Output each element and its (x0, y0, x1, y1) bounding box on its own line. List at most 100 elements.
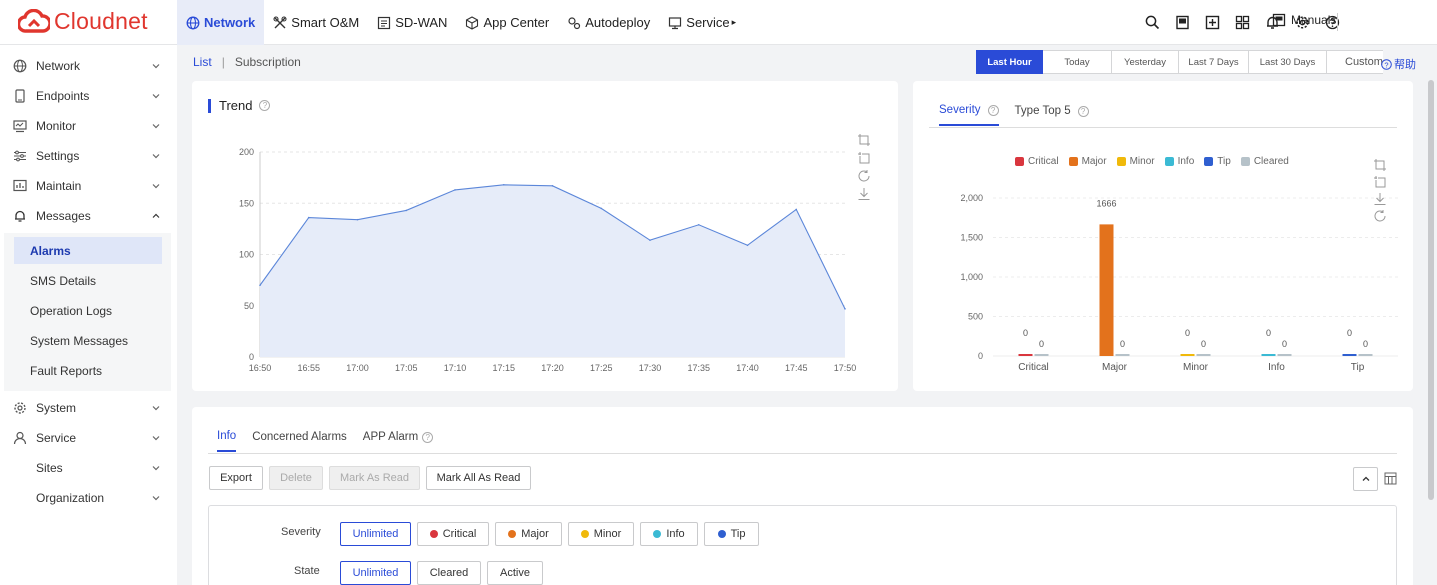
range-last-hour[interactable]: Last Hour (976, 50, 1043, 74)
zoom-reset-icon[interactable] (1373, 175, 1387, 189)
page-scrollbar[interactable] (1428, 80, 1434, 500)
severity-filter-tip[interactable]: Tip (704, 522, 759, 546)
filter-box: Severity Unlimited Critical Major Minor … (208, 505, 1397, 585)
sidebar-item-messages[interactable]: Messages (0, 201, 177, 231)
sidebar-item-endpoints[interactable]: Endpoints (0, 81, 177, 111)
state-filter-active[interactable]: Active (487, 561, 543, 585)
sidebar-item-system[interactable]: System (0, 393, 177, 423)
tab-concerned-alarms[interactable]: Concerned Alarms (252, 430, 347, 452)
time-range-selector: Last Hour Today Yesterday Last 7 Days La… (976, 50, 1383, 74)
bar-info (1261, 354, 1276, 356)
range-last-7-days[interactable]: Last 7 Days (1179, 50, 1249, 74)
trend-area (260, 184, 845, 357)
button-label: Mark As Read (339, 472, 410, 484)
book-icon[interactable] (1167, 0, 1197, 45)
y-tick-label: 500 (968, 312, 983, 322)
plus-box-icon[interactable] (1197, 0, 1227, 45)
trend-toolbox (857, 133, 871, 201)
top-nav: Network Smart O&M SD-WAN App Center Auto… (177, 0, 745, 45)
sidebar-item-maintain[interactable]: Maintain (0, 171, 177, 201)
state-filter-unlimited[interactable]: Unlimited (340, 561, 411, 585)
topnav-sdwan[interactable]: SD-WAN (368, 0, 456, 45)
severity-filter-unlimited[interactable]: Unlimited (340, 522, 411, 546)
topnav-autodeploy-label: Autodeploy (585, 15, 651, 30)
manuals-link[interactable]: Manuals (1272, 13, 1336, 27)
sidebar-item-network[interactable]: Network (0, 51, 177, 81)
data-label: 0 (1282, 339, 1287, 349)
severity-filter-info[interactable]: Info (640, 522, 698, 546)
x-tick-label: 17:15 (492, 363, 515, 373)
x-tick-label: 17:45 (785, 363, 808, 373)
y-tick-label: 1,000 (960, 272, 983, 282)
trend-point (405, 209, 408, 212)
severity-filter-minor[interactable]: Minor (568, 522, 634, 546)
range-yesterday[interactable]: Yesterday (1112, 50, 1179, 74)
tab-label: APP Alarm (362, 431, 419, 443)
state-filter-cleared[interactable]: Cleared (417, 561, 481, 585)
x-tick-label: 17:50 (834, 363, 857, 373)
table-settings-icon[interactable] (1384, 472, 1397, 485)
subscription-link[interactable]: Subscription (235, 55, 301, 69)
mark-all-as-read-button[interactable]: Mark All As Read (426, 466, 531, 490)
download-icon[interactable] (1373, 192, 1387, 206)
chevron-up-icon (152, 213, 160, 218)
x-tick-label: 17:05 (395, 363, 418, 373)
severity-filter-major[interactable]: Major (495, 522, 562, 546)
trend-point (795, 208, 798, 211)
range-today[interactable]: Today (1043, 50, 1112, 74)
state-filter-label: State (294, 565, 320, 577)
zoom-icon[interactable] (1373, 158, 1387, 172)
range-last-30-days[interactable]: Last 30 Days (1249, 50, 1327, 74)
sidebar-subitem-alarms[interactable]: Alarms (14, 237, 162, 264)
sidebar-item-monitor[interactable]: Monitor (0, 111, 177, 141)
search-icon[interactable] (1137, 0, 1167, 45)
mark-as-read-button[interactable]: Mark As Read (329, 466, 420, 490)
logo-text: Cloudnet (54, 8, 148, 34)
grid-icon[interactable] (1227, 0, 1257, 45)
export-button[interactable]: Export (209, 466, 263, 490)
refresh-icon[interactable] (1373, 209, 1387, 223)
topnav-network[interactable]: Network (177, 0, 265, 45)
help-link[interactable]: ? 帮助 (1381, 56, 1416, 72)
delete-button[interactable]: Delete (269, 466, 323, 490)
trend-point (454, 189, 456, 191)
zoom-reset-icon[interactable] (857, 151, 871, 165)
range-label: Custom (1345, 56, 1383, 68)
sidebar-subitem-sms-details[interactable]: SMS Details (14, 267, 162, 294)
refresh-icon[interactable] (857, 169, 871, 183)
download-icon[interactable] (857, 187, 871, 201)
topnav-service[interactable]: Service ▸ (659, 0, 745, 45)
cloud-logo-icon (18, 8, 50, 33)
sidebar-item-service[interactable]: Service (0, 423, 177, 453)
tab-app-alarm[interactable]: APP Alarm? (362, 430, 434, 452)
button-label: Mark All As Read (436, 472, 521, 484)
chevron-down-icon (152, 406, 160, 411)
collapse-button[interactable] (1353, 467, 1378, 491)
topnav-app-center[interactable]: App Center (456, 0, 558, 45)
trend-point (356, 218, 359, 221)
trend-point (600, 207, 603, 210)
tab-info[interactable]: Info (217, 430, 237, 452)
gear-icon (12, 400, 28, 416)
x-tick-label: 17:30 (639, 363, 662, 373)
sidebar-subitem-operation-logs[interactable]: Operation Logs (14, 297, 162, 324)
data-label: 0 (1266, 328, 1271, 338)
severity-filter-critical[interactable]: Critical (417, 522, 489, 546)
sidebar-item-sites[interactable]: Sites (0, 453, 177, 483)
question-icon[interactable]: ? (422, 431, 434, 443)
sidebar-item-settings[interactable]: Settings (0, 141, 177, 171)
cloudnet-logo[interactable]: Cloudnet (18, 8, 148, 35)
y-tick-label: 0 (978, 351, 983, 361)
sidebar-subitem-system-messages[interactable]: System Messages (14, 327, 162, 354)
zoom-icon[interactable] (857, 133, 871, 147)
sidebar-item-organization[interactable]: Organization (0, 483, 177, 513)
range-custom[interactable]: Custom (1327, 50, 1383, 74)
bar-minor (1180, 354, 1195, 356)
user-icon (12, 430, 28, 446)
sidebar-subitem-fault-reports[interactable]: Fault Reports (14, 357, 162, 384)
manuals-label: Manuals (1291, 13, 1337, 27)
list-link[interactable]: List (193, 55, 212, 69)
topnav-autodeploy[interactable]: Autodeploy (558, 0, 659, 45)
topnav-smart-om[interactable]: Smart O&M (264, 0, 368, 45)
x-tick-label: Major (1102, 362, 1128, 373)
